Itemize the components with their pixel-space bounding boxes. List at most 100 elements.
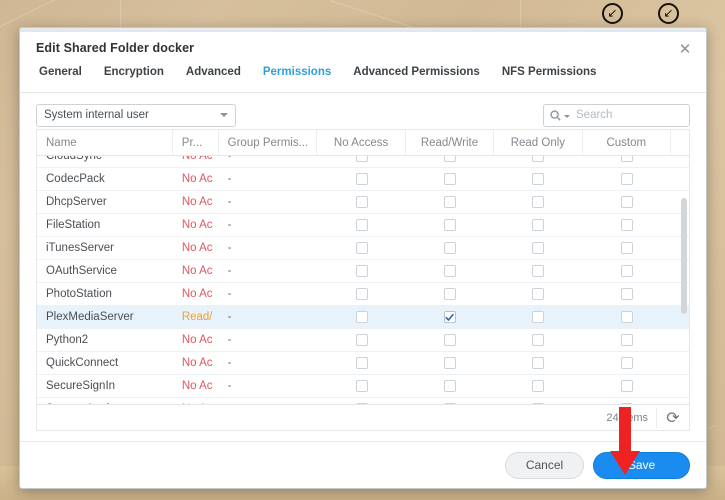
checkbox-read-write[interactable] <box>443 265 456 277</box>
checkbox-read-write[interactable] <box>443 334 456 346</box>
column-header-1[interactable]: Pr... <box>173 130 219 155</box>
tab-encryption[interactable]: Encryption <box>93 64 175 86</box>
cell-read-write[interactable] <box>406 329 494 351</box>
cell-no-access[interactable] <box>317 260 405 282</box>
cell-read-write[interactable] <box>406 168 494 190</box>
checkbox-no-access[interactable] <box>355 288 368 300</box>
checkbox-custom[interactable] <box>620 403 633 404</box>
user-type-dropdown[interactable]: System internal user <box>36 103 236 127</box>
checkbox-custom[interactable] <box>620 242 633 254</box>
cell-custom[interactable] <box>583 260 671 282</box>
cell-read-write[interactable] <box>406 398 494 404</box>
checkbox-read-write[interactable] <box>443 173 456 185</box>
cell-custom[interactable] <box>583 191 671 213</box>
table-row[interactable]: StorageAnalyzerNo Ac- <box>37 398 689 404</box>
cell-read-only[interactable] <box>494 375 582 397</box>
tab-general[interactable]: General <box>36 64 93 86</box>
cell-read-only[interactable] <box>494 191 582 213</box>
table-row[interactable]: PhotoStation No Ac - <box>37 283 689 306</box>
tab-nfs-permissions[interactable]: NFS Permissions <box>491 64 608 86</box>
checkbox-read-only[interactable] <box>532 242 545 254</box>
cell-read-only[interactable] <box>494 237 582 259</box>
checkbox-read-write[interactable] <box>443 357 456 369</box>
table-row[interactable]: Python2 No Ac - <box>37 329 689 352</box>
cell-read-only[interactable] <box>494 329 582 351</box>
checkbox-read-only[interactable] <box>532 334 545 346</box>
cell-read-only[interactable] <box>494 398 582 404</box>
cell-custom[interactable] <box>583 283 671 305</box>
cell-read-only[interactable] <box>494 156 582 167</box>
checkbox-custom[interactable] <box>620 196 633 208</box>
cell-custom[interactable] <box>583 329 671 351</box>
cell-read-write[interactable] <box>406 352 494 374</box>
column-header-0[interactable]: Name <box>37 130 173 155</box>
checkbox-no-access[interactable] <box>355 265 368 277</box>
checkbox-custom[interactable] <box>620 265 633 277</box>
refresh-icon[interactable]: ⟳ <box>656 407 683 428</box>
table-row[interactable]: DhcpServer No Ac - <box>37 191 689 214</box>
cell-custom[interactable] <box>583 375 671 397</box>
checkbox-read-write[interactable] <box>443 242 456 254</box>
table-row[interactable]: SecureSignIn No Ac - <box>37 375 689 398</box>
save-button[interactable]: Save <box>593 451 690 479</box>
checkbox-read-only[interactable] <box>532 265 545 277</box>
checkbox-read-only[interactable] <box>532 403 545 404</box>
cell-custom[interactable] <box>583 168 671 190</box>
checkbox-no-access[interactable] <box>355 196 368 208</box>
cell-custom[interactable] <box>583 352 671 374</box>
cell-no-access[interactable] <box>317 214 405 236</box>
cell-no-access[interactable] <box>317 329 405 351</box>
cell-no-access[interactable] <box>317 156 405 167</box>
checkbox-read-write[interactable] <box>443 196 456 208</box>
checkbox-read-write[interactable] <box>443 403 456 404</box>
tab-advanced[interactable]: Advanced <box>175 64 252 86</box>
checkbox-custom[interactable] <box>620 156 633 162</box>
tab-advanced-permissions[interactable]: Advanced Permissions <box>342 64 491 86</box>
cell-no-access[interactable] <box>317 191 405 213</box>
checkbox-read-only[interactable] <box>532 156 545 162</box>
cell-read-write[interactable] <box>406 214 494 236</box>
cell-read-only[interactable] <box>494 168 582 190</box>
cell-read-write[interactable] <box>406 283 494 305</box>
table-row[interactable]: CloudSync No Ac - <box>37 156 689 168</box>
checkbox-read-write[interactable] <box>443 311 456 323</box>
search-box[interactable] <box>543 103 690 127</box>
checkbox-custom[interactable] <box>620 219 633 231</box>
column-header-2[interactable]: Group Permis... <box>219 130 318 155</box>
column-header-3[interactable]: No Access <box>317 130 406 155</box>
checkbox-custom[interactable] <box>620 173 633 185</box>
checkbox-read-only[interactable] <box>532 380 545 392</box>
cell-read-only[interactable] <box>494 352 582 374</box>
checkbox-read-write[interactable] <box>443 380 456 392</box>
checkbox-read-write[interactable] <box>443 156 456 162</box>
cell-read-only[interactable] <box>494 283 582 305</box>
cell-no-access[interactable] <box>317 375 405 397</box>
column-header-4[interactable]: Read/Write <box>406 130 495 155</box>
cell-no-access[interactable] <box>317 398 405 404</box>
checkbox-no-access[interactable] <box>355 357 368 369</box>
checkbox-no-access[interactable] <box>355 311 368 323</box>
cell-no-access[interactable] <box>317 352 405 374</box>
table-row[interactable]: FileStation No Ac - <box>37 214 689 237</box>
cell-no-access[interactable] <box>317 283 405 305</box>
checkbox-no-access[interactable] <box>355 380 368 392</box>
search-input[interactable] <box>574 108 683 122</box>
cell-no-access[interactable] <box>317 168 405 190</box>
cell-read-write[interactable] <box>406 306 494 328</box>
checkbox-read-write[interactable] <box>443 288 456 300</box>
cell-read-write[interactable] <box>406 191 494 213</box>
checkbox-read-only[interactable] <box>532 288 545 300</box>
checkbox-read-write[interactable] <box>443 219 456 231</box>
cell-custom[interactable] <box>583 237 671 259</box>
cell-read-write[interactable] <box>406 375 494 397</box>
cell-no-access[interactable] <box>317 237 405 259</box>
checkbox-no-access[interactable] <box>355 156 368 162</box>
cell-custom[interactable] <box>583 214 671 236</box>
close-icon[interactable]: ✕ <box>673 37 697 61</box>
checkbox-no-access[interactable] <box>355 219 368 231</box>
checkbox-no-access[interactable] <box>355 403 368 404</box>
checkbox-custom[interactable] <box>620 380 633 392</box>
checkbox-custom[interactable] <box>620 288 633 300</box>
cell-custom[interactable] <box>583 156 671 167</box>
column-header-6[interactable]: Custom <box>583 130 671 155</box>
